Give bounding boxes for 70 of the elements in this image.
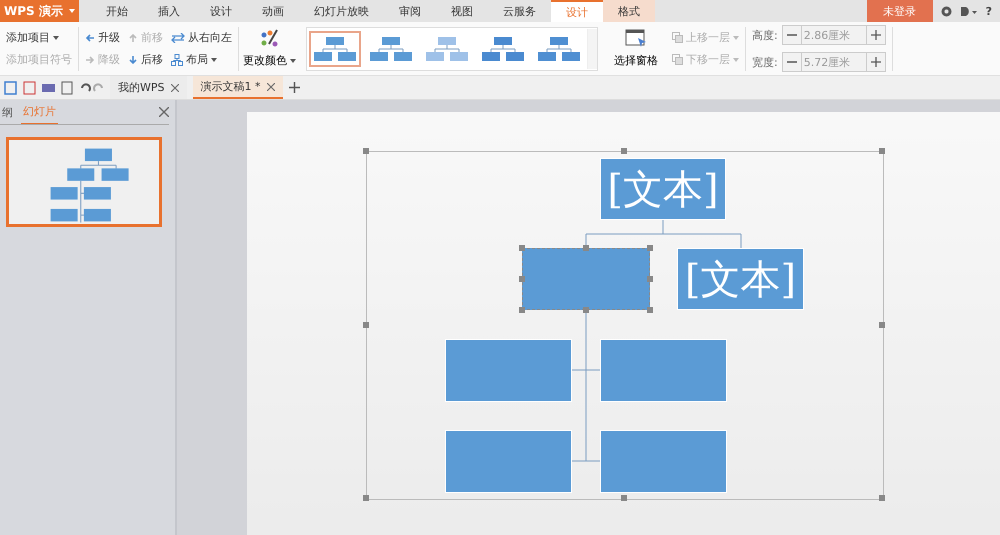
add-item-button[interactable]: 添加项目 (6, 30, 72, 45)
hierarchy-layout-icon (425, 36, 469, 62)
width-label: 宽度: (752, 54, 778, 70)
change-color-button[interactable]: 更改颜色 (239, 29, 300, 68)
panel-tab[interactable]: 纲 (0, 100, 15, 124)
menu-tab[interactable]: 插入 (142, 0, 195, 22)
height-label: 高度: (752, 28, 778, 42)
minus-icon[interactable] (786, 61, 797, 63)
hierarchy-layout-icon (481, 36, 525, 62)
menu-tab[interactable]: 设计 (194, 0, 247, 22)
layout-button[interactable]: 布局 (171, 52, 232, 67)
arrow-down-icon (128, 54, 138, 64)
caret-icon[interactable] (68, 9, 75, 13)
menu-tab[interactable]: 审阅 (384, 0, 436, 22)
close-icon[interactable] (159, 107, 169, 117)
resize-handle[interactable] (583, 245, 589, 251)
menu-tab[interactable]: 视图 (436, 0, 488, 22)
menu-tab[interactable]: 幻灯片放映 (298, 0, 384, 22)
caret-icon[interactable] (290, 58, 296, 62)
caret-icon[interactable] (211, 58, 217, 62)
plus-icon[interactable] (870, 57, 881, 67)
move-down-button[interactable]: 后移 (128, 52, 163, 67)
menu-tab[interactable]: 动画 (246, 0, 299, 22)
arrow-left-icon (85, 32, 95, 42)
slide-thumbnail[interactable] (6, 137, 162, 227)
resize-handle[interactable] (879, 322, 885, 328)
selection-pane-button[interactable]: 选择窗格 (610, 29, 662, 68)
gallery-scrollbar[interactable] (587, 28, 597, 68)
arrow-up-icon (128, 32, 138, 42)
resize-handle[interactable] (519, 276, 525, 282)
resize-handle[interactable] (647, 245, 653, 251)
menu-tab[interactable]: 格式 (602, 0, 655, 22)
arrow-right-icon (85, 54, 95, 64)
close-icon[interactable] (170, 84, 178, 92)
layers-icon (672, 54, 683, 65)
help-button[interactable]: ? (986, 4, 992, 18)
layers-icon (672, 32, 683, 43)
resize-handle[interactable] (647, 276, 653, 282)
resize-handle[interactable] (363, 322, 369, 328)
resize-handle[interactable] (647, 307, 653, 313)
window-cursor-icon (625, 29, 647, 49)
resize-handle[interactable] (621, 148, 627, 154)
resize-handle[interactable] (879, 148, 885, 154)
minus-icon[interactable] (786, 34, 797, 36)
caret-icon[interactable] (53, 36, 59, 40)
hierarchy-layout-icon (313, 36, 357, 62)
resize-handle[interactable] (519, 245, 525, 251)
quick-access-toolbar-drawing[interactable] (4, 80, 104, 94)
resize-handle[interactable] (363, 148, 369, 154)
resize-handle[interactable] (363, 495, 369, 501)
plus-icon[interactable] (870, 30, 881, 40)
right-to-left-button[interactable]: 从右向左 (171, 30, 232, 45)
menu-tab[interactable]: 开始 (90, 0, 143, 22)
layout-style-option[interactable] (309, 30, 361, 66)
promote-button[interactable]: 升级 (85, 30, 120, 45)
document-tab[interactable]: 演示文稿1 * (192, 76, 282, 99)
new-tab-icon[interactable] (288, 82, 300, 93)
hierarchy-layout-icon (369, 36, 413, 62)
swap-arrows-icon (171, 32, 185, 42)
circle-icon[interactable] (940, 6, 952, 16)
resize-handle[interactable] (621, 495, 627, 501)
resize-handle[interactable] (879, 495, 885, 501)
resize-handle[interactable] (519, 307, 525, 313)
palette-icon (258, 29, 280, 49)
close-icon[interactable] (266, 82, 274, 90)
hierarchy-icon (171, 54, 183, 66)
menu-tab[interactable]: 云服务 (488, 0, 551, 22)
hierarchy-layout-icon (537, 36, 581, 62)
resize-handle[interactable] (583, 307, 589, 313)
document-tab[interactable]: 我的WPS (110, 76, 186, 99)
